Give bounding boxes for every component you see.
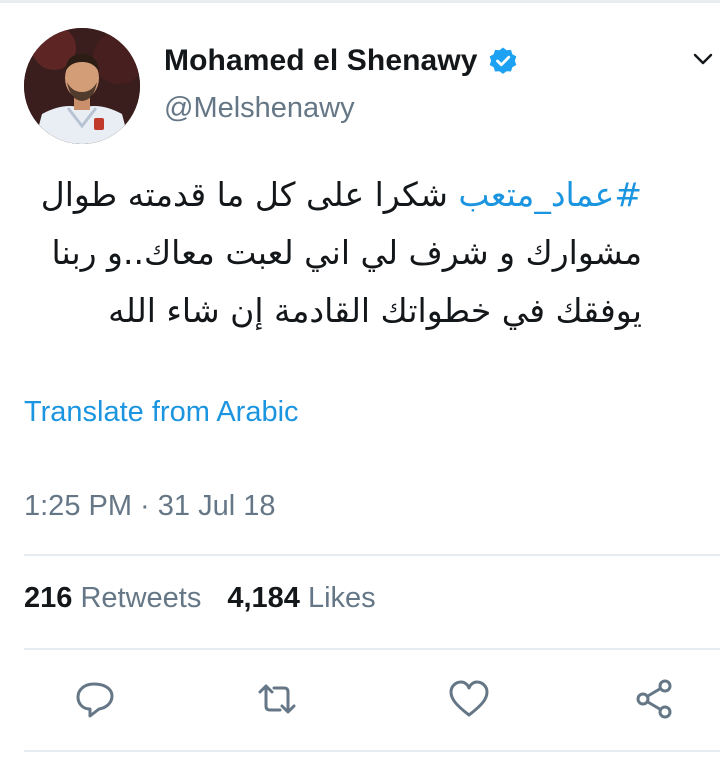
- share-icon[interactable]: [632, 676, 678, 722]
- display-name[interactable]: Mohamed el Shenawy: [164, 44, 478, 78]
- tweet-timestamp[interactable]: 1:25 PM · 31 Jul 18: [24, 490, 275, 523]
- avatar[interactable]: [24, 28, 140, 144]
- retweet-icon[interactable]: [254, 676, 300, 722]
- verified-badge-icon: [488, 46, 518, 76]
- chevron-down-icon[interactable]: [692, 48, 714, 70]
- likes-label: Likes: [307, 582, 376, 614]
- top-divider: [0, 0, 720, 3]
- tweet-actions: [0, 676, 720, 730]
- likes-stat[interactable]: 4,184 Likes: [227, 582, 375, 615]
- divider: [24, 750, 720, 752]
- retweets-stat[interactable]: 216 Retweets: [24, 582, 201, 615]
- translate-link[interactable]: Translate from Arabic: [24, 396, 299, 429]
- retweets-label: Retweets: [80, 582, 202, 614]
- likes-count: 4,184: [227, 582, 300, 614]
- divider: [24, 554, 720, 556]
- reply-icon[interactable]: [72, 676, 118, 722]
- user-handle[interactable]: @Melshenawy: [164, 92, 355, 125]
- retweets-count: 216: [24, 582, 73, 614]
- tweet-text: #عماد_متعب شكرا على كل ما قدمته طوال مشو…: [24, 166, 642, 340]
- tweet-stats: 216 Retweets 4,184 Likes: [24, 582, 376, 615]
- divider: [24, 648, 720, 650]
- like-icon[interactable]: [446, 676, 492, 722]
- hashtag-link[interactable]: #عماد_متعب: [458, 175, 642, 214]
